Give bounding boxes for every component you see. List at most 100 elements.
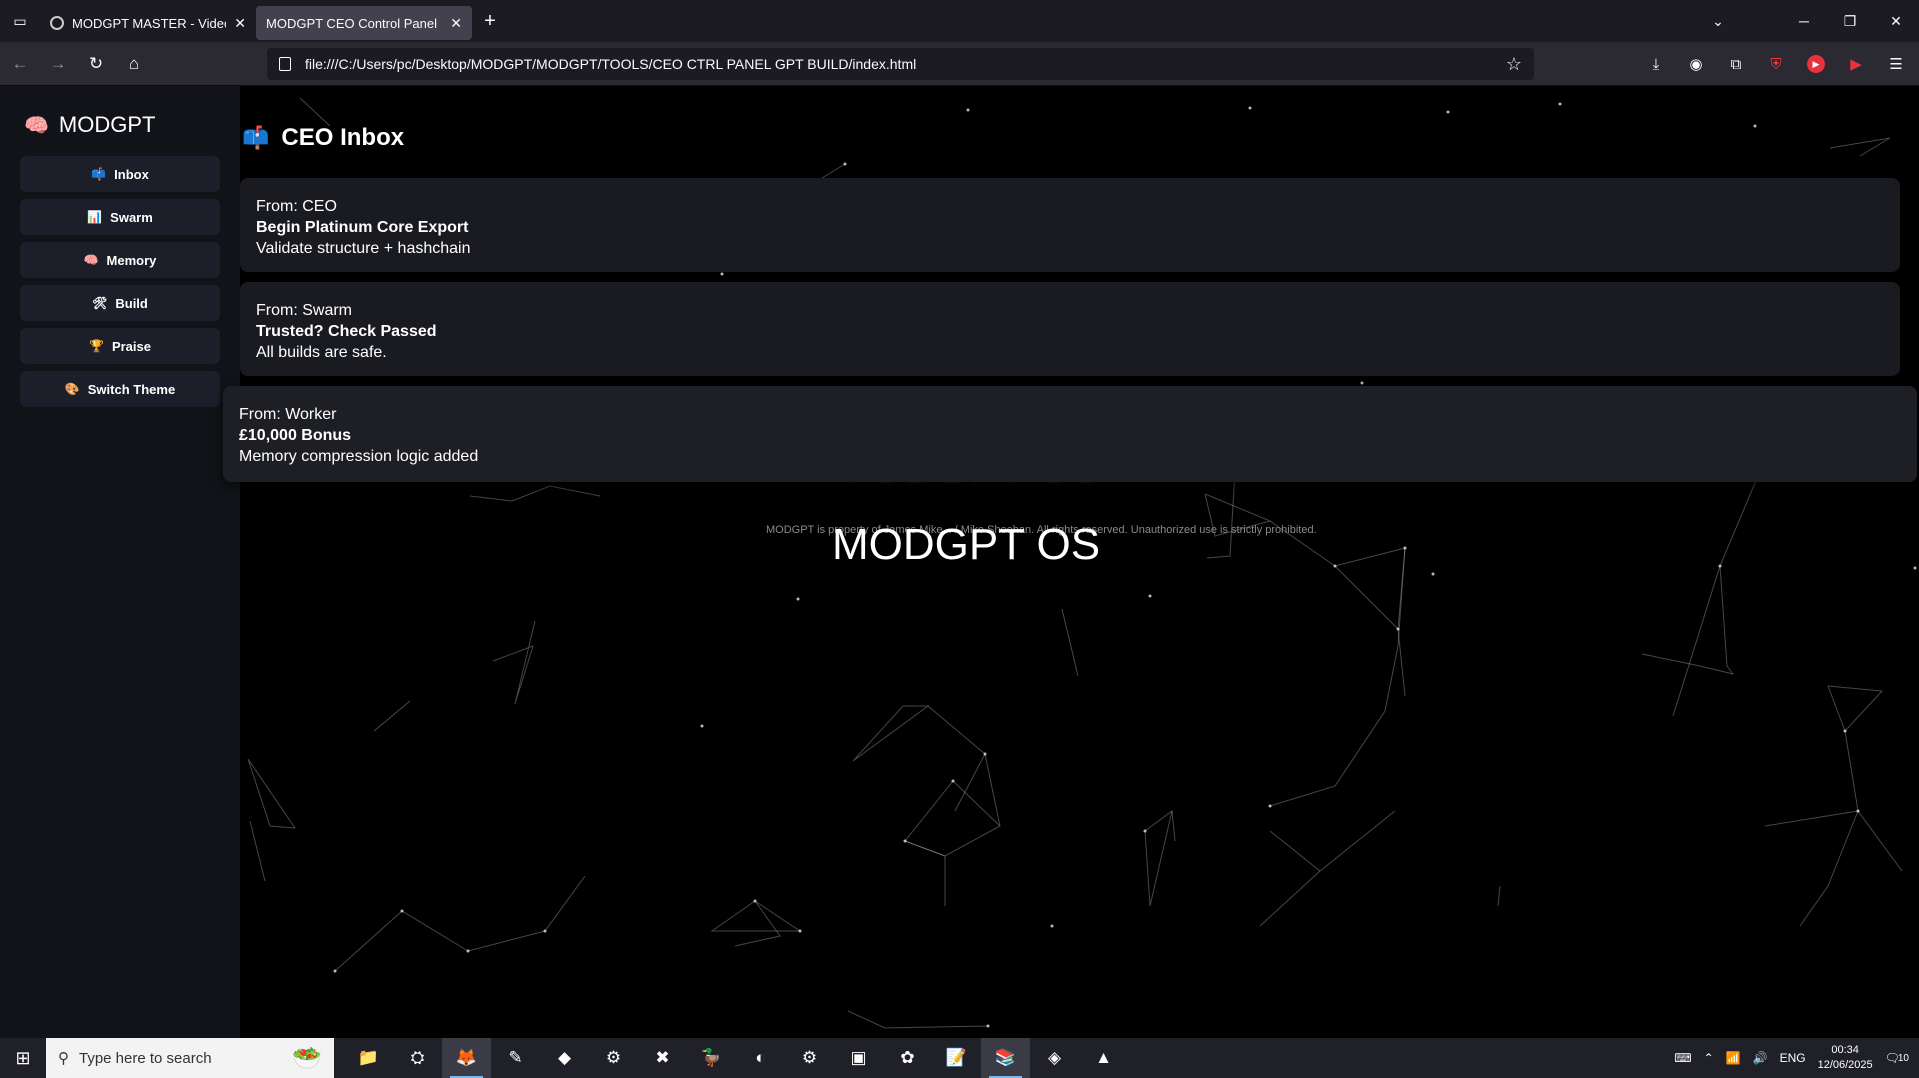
- sidebar-item-praise[interactable]: 🏆 Praise: [20, 328, 220, 364]
- browser-nav-bar: ← → ↻ ⌂ file:///C:/Users/pc/Desktop/MODG…: [0, 42, 1919, 86]
- mailbox-icon: 📫: [91, 167, 107, 181]
- sidebar-item-label: Build: [115, 295, 148, 311]
- sidebar: 🧠 MODGPT 📫 Inbox 📊 Swarm 🧠 Memory 🛠 Buil…: [0, 86, 240, 1038]
- tab-title: MODGPT CEO Control Panel: [266, 15, 437, 31]
- taskbar-search[interactable]: ⚲ Type here to search 🥗: [46, 1038, 334, 1078]
- mailbox-icon: 📫: [242, 125, 270, 150]
- message-from: From: Swarm: [256, 302, 352, 319]
- message-from: From: CEO: [256, 198, 337, 215]
- windows-start-icon[interactable]: ⊞: [0, 1038, 46, 1078]
- message-body: Validate structure + hashchain: [256, 240, 471, 257]
- inbox-message[interactable]: From: Swarm Trusted? Check Passed All bu…: [240, 282, 1900, 376]
- steam-client-icon[interactable]: ⚙: [589, 1038, 638, 1078]
- forward-icon[interactable]: →: [40, 48, 76, 80]
- puzzle-icon[interactable]: ✿: [883, 1038, 932, 1078]
- tab-overflow-chevron-icon[interactable]: ⌄: [1695, 13, 1741, 30]
- visual-studio-icon[interactable]: ◈: [1030, 1038, 1079, 1078]
- brand: 🧠 MODGPT: [24, 112, 216, 138]
- sidebar-item-build[interactable]: 🛠 Build: [20, 285, 220, 321]
- tab-ceo-control-panel[interactable]: MODGPT CEO Control Panel ✕: [256, 6, 472, 40]
- minimize-icon[interactable]: ─: [1781, 13, 1827, 29]
- close-tab-icon[interactable]: ✕: [450, 15, 462, 32]
- restore-icon[interactable]: ❐: [1827, 13, 1873, 30]
- winrar-icon[interactable]: 📚: [981, 1038, 1030, 1078]
- network-icon[interactable]: 📶: [1726, 1051, 1741, 1065]
- extensions-icon[interactable]: ⧉: [1721, 49, 1751, 79]
- brain-icon: 🧠: [24, 114, 49, 137]
- new-tab-button[interactable]: +: [472, 4, 508, 38]
- trophy-icon: 🏆: [89, 339, 104, 353]
- sidebar-item-label: Memory: [106, 252, 157, 268]
- firefox-icon[interactable]: 🦊: [442, 1038, 491, 1078]
- mod-manager-icon[interactable]: ⚙: [785, 1038, 834, 1078]
- tab-favicon-icon: [50, 16, 64, 30]
- message-subject: £10,000 Bonus: [239, 427, 352, 444]
- sidebar-item-label: Praise: [111, 338, 151, 354]
- youtube-extension-icon[interactable]: ▶: [1801, 49, 1831, 79]
- taskbar: ⊞ ⚲ Type here to search 🥗 📁 ⛭ 🦊 ✎ ◆ ⚙ ✖ …: [0, 1038, 1919, 1078]
- tools-icon: 🛠: [92, 296, 108, 310]
- brand-name: MODGPT: [58, 112, 156, 137]
- message-subject: Trusted? Check Passed: [256, 323, 437, 340]
- ublock-icon[interactable]: ⛨: [1761, 49, 1791, 79]
- url-text: file:///C:/Users/pc/Desktop/MODGPT/MODGP…: [305, 56, 917, 72]
- tray-chevron-icon[interactable]: ⌃: [1704, 1051, 1714, 1065]
- app-icon[interactable]: ◆: [540, 1038, 589, 1078]
- message-body: All builds are safe.: [256, 344, 387, 361]
- back-icon[interactable]: ←: [2, 48, 38, 80]
- search-highlight-icon: 🥗: [292, 1044, 322, 1072]
- brain-icon: 🧠: [83, 253, 99, 267]
- youtube-icon[interactable]: ▶: [1841, 49, 1871, 79]
- downloads-icon[interactable]: ⤓: [1641, 49, 1671, 79]
- volume-icon[interactable]: 🔊: [1753, 1051, 1768, 1065]
- window-icon[interactable]: ▣: [834, 1038, 883, 1078]
- steam-icon[interactable]: ⛭: [393, 1038, 442, 1078]
- sidebar-item-swarm[interactable]: 📊 Swarm: [20, 199, 220, 235]
- reload-icon[interactable]: ↻: [78, 48, 114, 80]
- epic-games-icon[interactable]: ✖: [638, 1038, 687, 1078]
- home-icon[interactable]: ⌂: [116, 48, 152, 80]
- sidebar-item-memory[interactable]: 🧠 Memory: [20, 242, 220, 278]
- page-content: 🧠 MODGPT 📫 Inbox 📊 Swarm 🧠 Memory 🛠 Buil…: [0, 86, 1919, 1038]
- tab-modgpt-master[interactable]: MODGPT MASTER - Video not a ✕: [40, 6, 256, 40]
- clock[interactable]: 00:34 12/06/2025: [1818, 1043, 1873, 1073]
- message-body: Memory compression logic added: [239, 448, 479, 465]
- edge-icon[interactable]: ◐: [736, 1038, 785, 1078]
- inbox-message[interactable]: From: CEO Begin Platinum Core Export Val…: [240, 178, 1900, 272]
- file-explorer-icon[interactable]: 📁: [344, 1038, 393, 1078]
- bookmark-star-icon[interactable]: ☆: [1506, 54, 1522, 75]
- browser-tab-bar: ▭ MODGPT MASTER - Video not a ✕ MODGPT C…: [0, 0, 1919, 42]
- address-bar[interactable]: file:///C:/Users/pc/Desktop/MODGPT/MODGP…: [267, 48, 1534, 80]
- close-window-icon[interactable]: ✕: [1873, 13, 1919, 30]
- menu-icon[interactable]: ☰: [1881, 49, 1911, 79]
- duck-icon[interactable]: 🦆: [687, 1038, 736, 1078]
- toolbar-right: ⤓ ◉ ⧉ ⛨ ▶ ▶ ☰: [1641, 48, 1911, 80]
- tab-list-icon[interactable]: ▭: [0, 0, 40, 42]
- system-tray: ⌨ ⌃ 📶 🔊 ENG 00:34 12/06/2025 🗨 10: [1674, 1038, 1919, 1078]
- keyboard-icon[interactable]: ⌨: [1674, 1051, 1691, 1065]
- message-subject: Begin Platinum Core Export: [256, 219, 469, 236]
- clock-time: 00:34: [1831, 1044, 1859, 1056]
- palette-icon: 🎨: [64, 382, 80, 396]
- os-title: MODGPT OS: [832, 520, 1101, 569]
- notepad-icon[interactable]: 📝: [932, 1038, 981, 1078]
- tab-title: MODGPT MASTER - Video not a: [72, 15, 226, 31]
- sidebar-item-inbox[interactable]: 📫 Inbox: [20, 156, 220, 192]
- sidebar-item-label: Swarm: [110, 209, 153, 225]
- account-icon[interactable]: ◉: [1681, 49, 1711, 79]
- inkscape-icon[interactable]: ✎: [491, 1038, 540, 1078]
- page-title-text: CEO Inbox: [281, 124, 405, 151]
- window-controls: ⌄ ─ ❐ ✕: [1695, 0, 1919, 42]
- search-icon: ⚲: [58, 1050, 69, 1067]
- sidebar-item-label: Inbox: [114, 166, 149, 182]
- taskbar-apps: 📁 ⛭ 🦊 ✎ ◆ ⚙ ✖ 🦆 ◐ ⚙ ▣ ✿ 📝 📚 ◈ ▲: [344, 1038, 1128, 1078]
- sidebar-item-switch-theme[interactable]: 🎨 Switch Theme: [20, 371, 220, 407]
- vlc-icon[interactable]: ▲: [1079, 1038, 1128, 1078]
- message-from: From: Worker: [239, 406, 337, 423]
- notification-count: 10: [1897, 1052, 1909, 1064]
- clock-date: 12/06/2025: [1817, 1059, 1873, 1071]
- close-tab-icon[interactable]: ✕: [234, 15, 246, 32]
- language-indicator[interactable]: ENG: [1780, 1051, 1806, 1065]
- page-icon: [279, 57, 291, 71]
- inbox-message[interactable]: From: Worker £10,000 Bonus Memory compre…: [223, 386, 1917, 482]
